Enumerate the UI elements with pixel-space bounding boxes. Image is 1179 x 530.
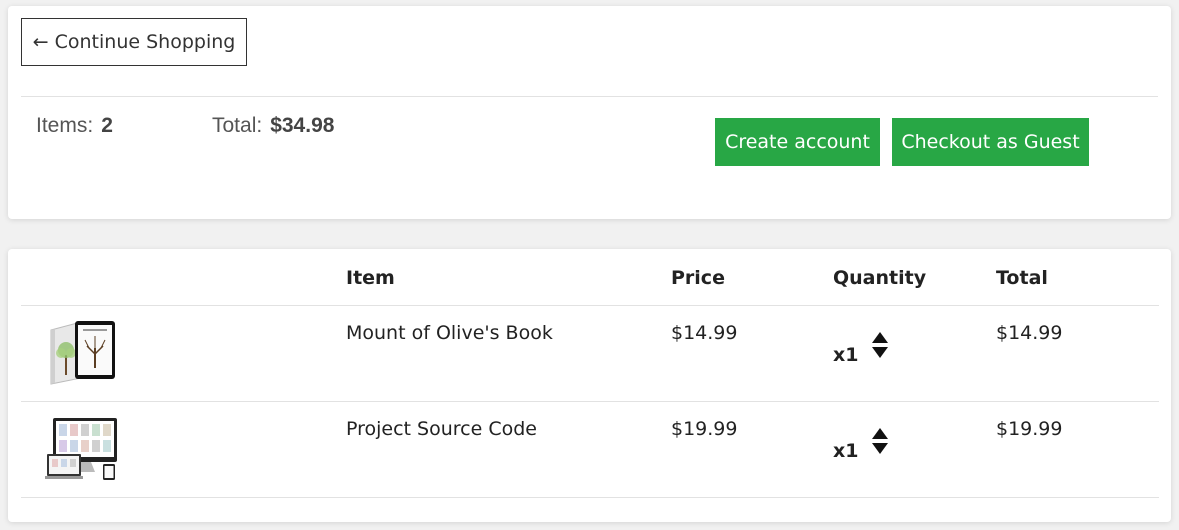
item-price: $14.99 [671,322,738,344]
increase-quantity-icon[interactable] [872,428,889,439]
quantity-stepper: x1 [833,324,889,366]
total-label: Total: [212,114,263,137]
quantity-value: x1 [833,344,859,366]
total-summary: Total: $34.98 [212,114,334,138]
create-account-button[interactable]: Create account [715,118,880,166]
decrease-quantity-icon[interactable] [872,443,889,454]
item-name: Mount of Olive's Book [346,322,553,344]
item-name: Project Source Code [346,418,537,440]
total-value: $34.98 [270,114,335,137]
items-label: Items: [36,114,94,137]
table-row: Project Source Code $19.99 x1 $19.99 [21,402,1159,498]
increase-quantity-icon[interactable] [872,332,889,343]
items-summary: Items: 2 [36,114,113,138]
quantity-stepper: x1 [833,420,889,462]
column-header-item: Item [346,267,395,289]
column-header-total: Total [996,267,1048,289]
continue-shopping-button[interactable]: ← Continue Shopping [21,18,247,66]
table-header: Item Price Quantity Total [21,249,1159,306]
checkout-as-guest-button[interactable]: Checkout as Guest [892,118,1089,166]
item-price: $19.99 [671,418,738,440]
column-header-quantity: Quantity [833,267,927,289]
items-count: 2 [101,114,113,137]
checkout-summary-card: ← Continue Shopping Items: 2 Total: $34.… [8,6,1171,219]
quantity-value: x1 [833,440,859,462]
item-total: $14.99 [996,322,1063,344]
table-row: Mount of Olive's Book $14.99 x1 $14.99 [21,306,1159,402]
book-and-tablet-image [50,321,115,385]
column-header-price: Price [671,267,725,289]
divider [21,96,1158,97]
item-total: $19.99 [996,418,1063,440]
cart-table-card: Item Price Quantity Total Mount of Olive… [8,249,1171,522]
devices-screenshot-image [45,418,117,480]
decrease-quantity-icon[interactable] [872,347,889,358]
